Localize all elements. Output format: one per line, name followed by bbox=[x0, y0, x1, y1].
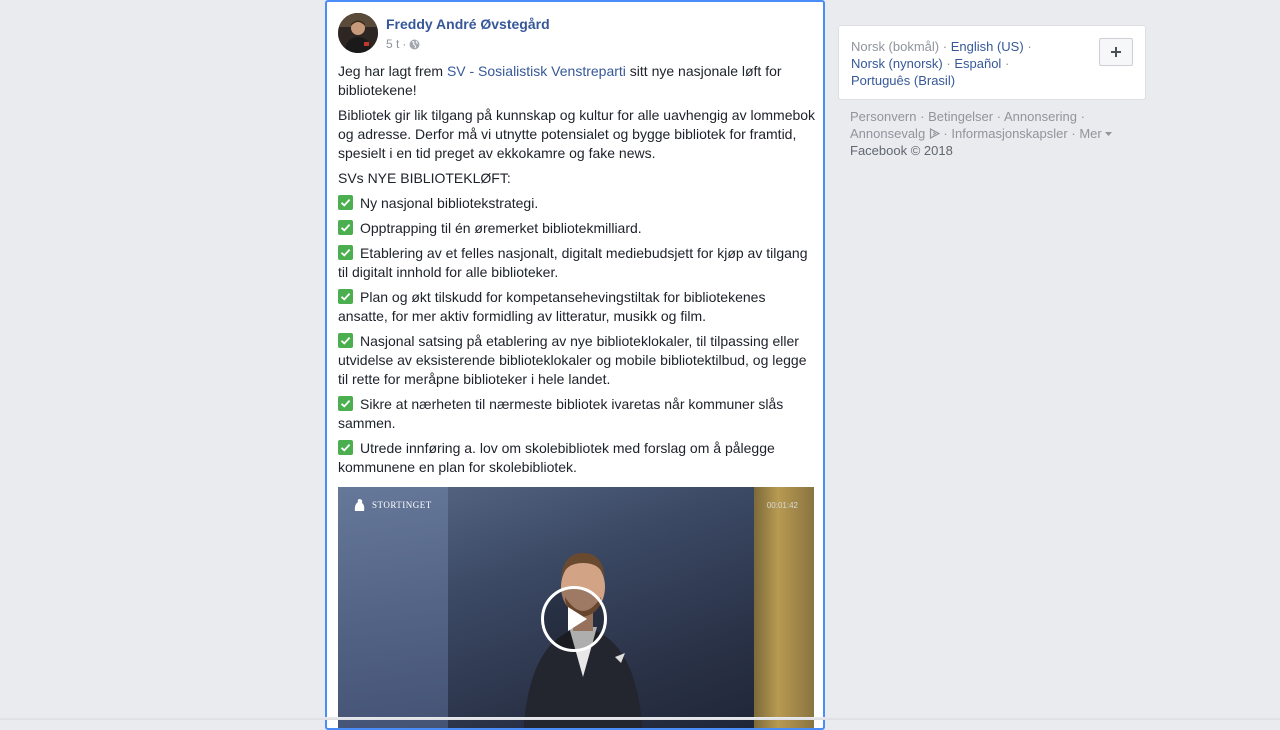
copyright: Facebook © 2018 bbox=[850, 143, 953, 158]
video-timecode: 00:01:42 bbox=[766, 501, 798, 510]
language-link-english[interactable]: English (US) bbox=[951, 39, 1024, 54]
author-avatar[interactable] bbox=[338, 13, 378, 53]
list-item: Plan og økt tilskudd for kompetansehevin… bbox=[338, 289, 766, 324]
ad-choices-icon bbox=[929, 128, 941, 139]
list-item: Sikre at nærheten til nærmeste bibliotek… bbox=[338, 396, 784, 431]
language-link-portuguese[interactable]: Português (Brasil) bbox=[851, 73, 955, 88]
author-name-link[interactable]: Freddy André Øvstegård bbox=[386, 16, 550, 32]
post-meta: 5 t · bbox=[386, 37, 420, 51]
video-logo-text: STORTINGET bbox=[372, 500, 432, 510]
plus-icon bbox=[1111, 47, 1121, 57]
video-player[interactable]: STORTINGET 00:01:42 bbox=[338, 487, 814, 728]
check-mark-icon bbox=[338, 245, 353, 260]
meta-separator: · bbox=[402, 37, 407, 51]
list-item: Nasjonal satsing på etablering av nye bi… bbox=[338, 333, 807, 387]
caret-down-icon bbox=[1105, 132, 1113, 136]
post-card: Freddy André Øvstegård 5 t · Jeg har lag… bbox=[325, 0, 825, 730]
lion-crest-icon bbox=[354, 499, 365, 511]
footer-link-advertising[interactable]: Annonsering bbox=[1004, 109, 1077, 124]
list-item: Utrede innføring a. lov om skolebibliote… bbox=[338, 440, 775, 475]
language-link-nynorsk[interactable]: Norsk (nynorsk) bbox=[851, 56, 943, 71]
check-mark-icon bbox=[338, 195, 353, 210]
footer-link-more[interactable]: Mer bbox=[1079, 126, 1113, 141]
check-mark-icon bbox=[338, 396, 353, 411]
list-item: Opptrapping til én øremerket bibliotekmi… bbox=[338, 219, 816, 238]
post-time[interactable]: 5 t bbox=[386, 37, 399, 51]
globe-icon[interactable] bbox=[409, 39, 420, 50]
check-mark-icon bbox=[338, 220, 353, 235]
post-intro: Jeg har lagt frem SV - Sosialistisk Vens… bbox=[338, 63, 782, 98]
post-text: Jeg har lagt frem SV - Sosialistisk Vens… bbox=[338, 62, 816, 483]
right-column: Norsk (bokmål) · English (US) · Norsk (n… bbox=[838, 25, 1146, 167]
language-list: Norsk (bokmål) · English (US) · Norsk (n… bbox=[851, 39, 1032, 88]
footer-link-cookies[interactable]: Informasjonskapsler bbox=[951, 126, 1067, 141]
check-mark-icon bbox=[338, 289, 353, 304]
footer-link-terms[interactable]: Betingelser bbox=[928, 109, 993, 124]
language-link-spanish[interactable]: Español bbox=[954, 56, 1001, 71]
check-mark-icon bbox=[338, 333, 353, 348]
play-button[interactable] bbox=[541, 586, 607, 652]
check-mark-icon bbox=[338, 440, 353, 455]
play-icon bbox=[568, 607, 587, 631]
post-paragraph: Bibliotek gir lik tilgang på kunnskap og… bbox=[338, 107, 816, 161]
list-item: Etablering av et felles nasjonalt, digit… bbox=[338, 245, 808, 280]
footer-links: Personvern · Betingelser · Annonsering ·… bbox=[838, 100, 1146, 167]
footer-link-ad-choices[interactable]: Annonsevalg bbox=[850, 126, 941, 141]
video-background-frame bbox=[754, 487, 814, 728]
page-mention-link[interactable]: SV - Sosialistisk Venstreparti bbox=[447, 63, 626, 79]
footer-link-privacy[interactable]: Personvern bbox=[850, 109, 916, 124]
list-heading: SVs NYE BIBLIOTEKLØFT: bbox=[338, 170, 511, 186]
language-selector: Norsk (bokmål) · English (US) · Norsk (n… bbox=[838, 25, 1146, 100]
add-language-button[interactable] bbox=[1099, 38, 1133, 66]
video-background bbox=[338, 487, 448, 728]
list-item: Ny nasjonal bibliotekstrategi. bbox=[338, 194, 816, 213]
video-channel-logo: STORTINGET bbox=[352, 497, 432, 513]
current-language: Norsk (bokmål) bbox=[851, 39, 940, 54]
